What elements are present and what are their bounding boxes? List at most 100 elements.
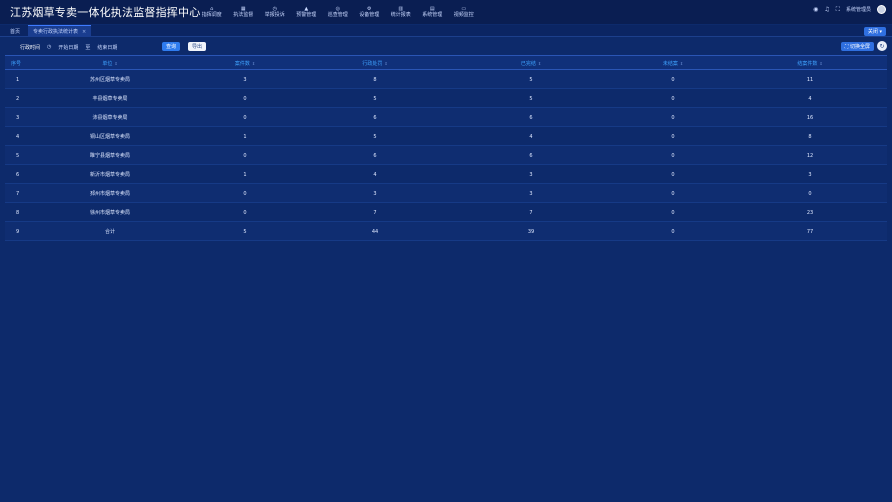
sort-icon[interactable]: ⇕: [384, 61, 387, 66]
table-cell: 徐州市烟草专卖局: [89, 210, 130, 216]
table-cell: 9: [16, 228, 20, 235]
column-header-open[interactable]: 未结案 ⇕: [623, 56, 723, 71]
table-cell: 0: [671, 95, 675, 102]
table-cell: 沛县烟草专卖局: [92, 115, 128, 121]
date-range-picker[interactable]: 行政时间 ◷ 开始日期 至 结束日期: [14, 42, 123, 52]
table-cell: 2: [16, 95, 20, 102]
table-cell: 1: [16, 76, 20, 83]
close-icon[interactable]: ×: [82, 29, 86, 35]
nav-item-warning[interactable]: ▲ 预警管理: [291, 0, 323, 24]
table-cell: 0: [243, 190, 247, 197]
table-cell: 8: [808, 133, 812, 140]
table-cell: 23: [806, 209, 814, 216]
tab-label: 专卖行政执法统计表: [33, 29, 79, 35]
table-cell: 5: [373, 95, 377, 102]
table-cell: 0: [243, 152, 247, 159]
sort-icon[interactable]: ⇕: [819, 61, 822, 66]
range-separator-icon: 至: [85, 44, 91, 51]
sort-icon[interactable]: ⇕: [538, 61, 541, 66]
table-cell: 5: [529, 95, 533, 102]
table-cell: 0: [808, 190, 812, 197]
table-cell: 1: [243, 171, 247, 178]
avatar[interactable]: [877, 5, 886, 14]
sort-icon[interactable]: ⇕: [252, 61, 255, 66]
table-cell: 39: [527, 228, 535, 235]
table-cell: 4: [808, 95, 812, 102]
table-cell: 8: [373, 76, 377, 83]
nav-item-complaints[interactable]: ◷ 举报投诉: [259, 0, 291, 24]
tab-label: 首页: [10, 28, 21, 35]
start-date-input[interactable]: 开始日期: [52, 42, 84, 52]
column-header-closed-count[interactable]: 结案件数 ⇕: [765, 56, 855, 71]
column-header-closed[interactable]: 已完结 ⇕: [481, 56, 581, 71]
fullscreen-icon[interactable]: ⛶: [836, 6, 840, 14]
export-button[interactable]: 导出: [188, 42, 207, 51]
message-icon[interactable]: ◉: [813, 6, 818, 13]
user-name[interactable]: 系统管理员: [846, 6, 871, 13]
nav-item-patrol[interactable]: ◎ 巡查管理: [322, 0, 354, 24]
nav-item-devices[interactable]: ⚙ 设备管理: [354, 0, 386, 24]
sort-icon[interactable]: ⇕: [680, 61, 683, 66]
table-cell: 3: [243, 76, 247, 83]
table-cell: 丰县烟草专卖局: [92, 96, 128, 102]
table-row[interactable]: 2 丰县烟草专卖局 0 5 5 0 4: [5, 89, 887, 108]
table-row[interactable]: 6 新沂市烟草专卖局 1 4 3 0 3: [5, 165, 887, 184]
nav-item-stats[interactable]: ▥ 统计报表: [385, 0, 417, 24]
table-cell: 3: [529, 190, 533, 197]
nav-item-command[interactable]: ⌂ 指挥调度: [196, 0, 228, 24]
table-row[interactable]: 5 睢宁县烟草专卖局 0 6 6 0 12: [5, 146, 887, 165]
table-cell: 6: [373, 152, 377, 159]
table-cell: 3: [16, 114, 20, 121]
app-title: 江苏烟草专卖一体化执法监督指挥中心: [10, 6, 201, 19]
table-cell: 合计: [104, 229, 115, 235]
main-nav: ⌂ 指挥调度 ▦ 执法监督 ◷ 举报投诉 ▲ 预警管理 ◎ 巡查管理 ⚙ 设备管…: [196, 0, 480, 24]
table-cell: 8: [16, 209, 20, 216]
nav-item-system[interactable]: ▤ 系统管理: [417, 0, 449, 24]
table-row-total[interactable]: 9 合计 5 44 39 0 77: [5, 222, 887, 241]
table-row[interactable]: 8 徐州市烟草专卖局 0 7 7 0 23: [5, 203, 887, 222]
table-cell: 铜山区烟草专卖局: [89, 134, 130, 140]
stats-table: 序号 单位 ⇕ 案件数 ⇕ 行政处罚 ⇕ 已完结 ⇕ 未结案 ⇕ 结案件数 ⇕ 1 苏州区烟…: [5, 55, 887, 241]
nav-item-video[interactable]: ▭ 视频监控: [448, 0, 480, 24]
date-type-select[interactable]: 行政时间: [14, 42, 46, 52]
table-cell: 0: [671, 190, 675, 197]
fullscreen-button[interactable]: ⛶ 切换全屏: [840, 42, 874, 51]
table-cell: 0: [671, 133, 675, 140]
column-header-unit[interactable]: 单位 ⇕: [50, 56, 170, 71]
nav-item-label: 系统管理: [422, 11, 443, 18]
table-cell: 0: [671, 171, 675, 178]
bell-icon[interactable]: ♫: [824, 6, 829, 13]
table-cell: 0: [243, 114, 247, 121]
sort-icon[interactable]: ⇕: [114, 61, 117, 66]
column-header-seq[interactable]: 序号: [11, 56, 31, 71]
table-cell: 0: [243, 209, 247, 216]
table-row[interactable]: 4 铜山区烟草专卖局 1 5 4 0 8: [5, 127, 887, 146]
table-cell: 5: [529, 76, 533, 83]
nav-item-label: 执法监督: [233, 11, 254, 18]
table-row[interactable]: 1 苏州区烟草专卖局 3 8 5 0 11: [5, 70, 887, 89]
table-row[interactable]: 7 邳州市烟草专卖局 0 3 3 0 0: [5, 184, 887, 203]
nav-item-enforcement[interactable]: ▦ 执法监督: [228, 0, 260, 24]
tab-home[interactable]: 首页: [5, 25, 25, 37]
table-cell: 5: [243, 228, 247, 235]
table-cell: 6: [16, 171, 20, 178]
table-cell: 16: [806, 114, 814, 121]
table-cell: 0: [671, 76, 675, 83]
tab-actions-dropdown[interactable]: 关闭 ▾: [863, 27, 886, 36]
column-header-cases[interactable]: 案件数 ⇕: [195, 56, 295, 71]
table-cell: 11: [806, 76, 814, 83]
table-body: 1 苏州区烟草专卖局 3 8 5 0 11 2 丰县烟草专卖局 0 5 5 0 …: [5, 70, 887, 241]
table-row[interactable]: 3 沛县烟草专卖局 0 6 6 0 16: [5, 108, 887, 127]
column-header-penalty[interactable]: 行政处罚 ⇕: [325, 56, 425, 71]
top-nav-bar: 江苏烟草专卖一体化执法监督指挥中心 ⌂ 指挥调度 ▦ 执法监督 ◷ 举报投诉 ▲…: [0, 0, 892, 24]
table-cell: 1: [243, 133, 247, 140]
end-date-input[interactable]: 结束日期: [91, 42, 123, 52]
query-button[interactable]: 查询: [162, 42, 181, 51]
nav-item-label: 预警管理: [296, 11, 317, 18]
table-cell: 0: [243, 95, 247, 102]
refresh-icon[interactable]: ↻: [877, 41, 887, 51]
table-cell: 12: [806, 152, 814, 159]
table-cell: 3: [373, 190, 377, 197]
nav-item-label: 指挥调度: [201, 11, 222, 18]
tab-enforcement-stats[interactable]: 专卖行政执法统计表 ×: [28, 25, 92, 37]
